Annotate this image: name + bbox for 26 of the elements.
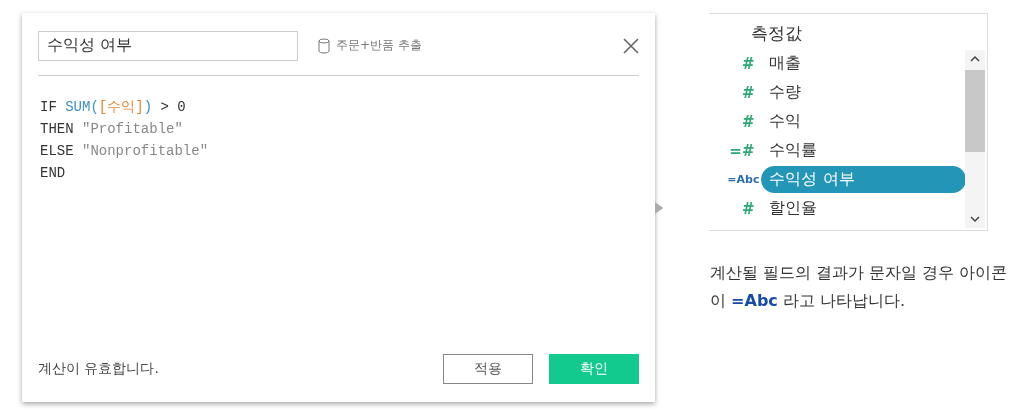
name-field[interactable]: 수익성 여부 bbox=[38, 30, 298, 61]
measure-icon: # bbox=[709, 83, 762, 102]
code-line: END bbox=[40, 164, 66, 183]
scroll-down-icon[interactable] bbox=[970, 216, 980, 223]
calc-string-icon: =Abc bbox=[709, 173, 762, 186]
field-item[interactable]: 매출 bbox=[761, 50, 967, 77]
apply-button[interactable]: 적용 bbox=[443, 354, 533, 384]
field-item[interactable]: 수익률 bbox=[761, 137, 967, 164]
code-line: THEN "Profitable" bbox=[40, 120, 183, 139]
measure-icon: # bbox=[709, 54, 762, 73]
scrollbar[interactable] bbox=[965, 50, 985, 228]
calc-measure-icon: =# bbox=[709, 141, 762, 160]
code-line: ELSE "Nonprofitable" bbox=[40, 142, 209, 161]
database-icon bbox=[318, 37, 330, 54]
section-title: 측정값 bbox=[751, 22, 804, 45]
caption: 계산될 필드의 결과가 문자일 경우 아이콘이 =Abc 라고 나타납니다. bbox=[710, 262, 1009, 312]
field-item[interactable]: 할인율 bbox=[761, 195, 967, 222]
field-item[interactable]: 수익 bbox=[761, 108, 967, 135]
close-icon[interactable] bbox=[623, 37, 639, 54]
measure-icon: # bbox=[709, 112, 762, 131]
field-item[interactable]: 수량 bbox=[761, 79, 967, 106]
status-message: 계산이 유효합니다. bbox=[38, 360, 159, 378]
scroll-up-icon[interactable] bbox=[970, 55, 980, 62]
data-source-label: 주문+반품 추출 bbox=[336, 37, 422, 54]
code-line: IF SUM([수익]) > 0 bbox=[40, 98, 186, 117]
measure-icon: # bbox=[709, 199, 762, 218]
